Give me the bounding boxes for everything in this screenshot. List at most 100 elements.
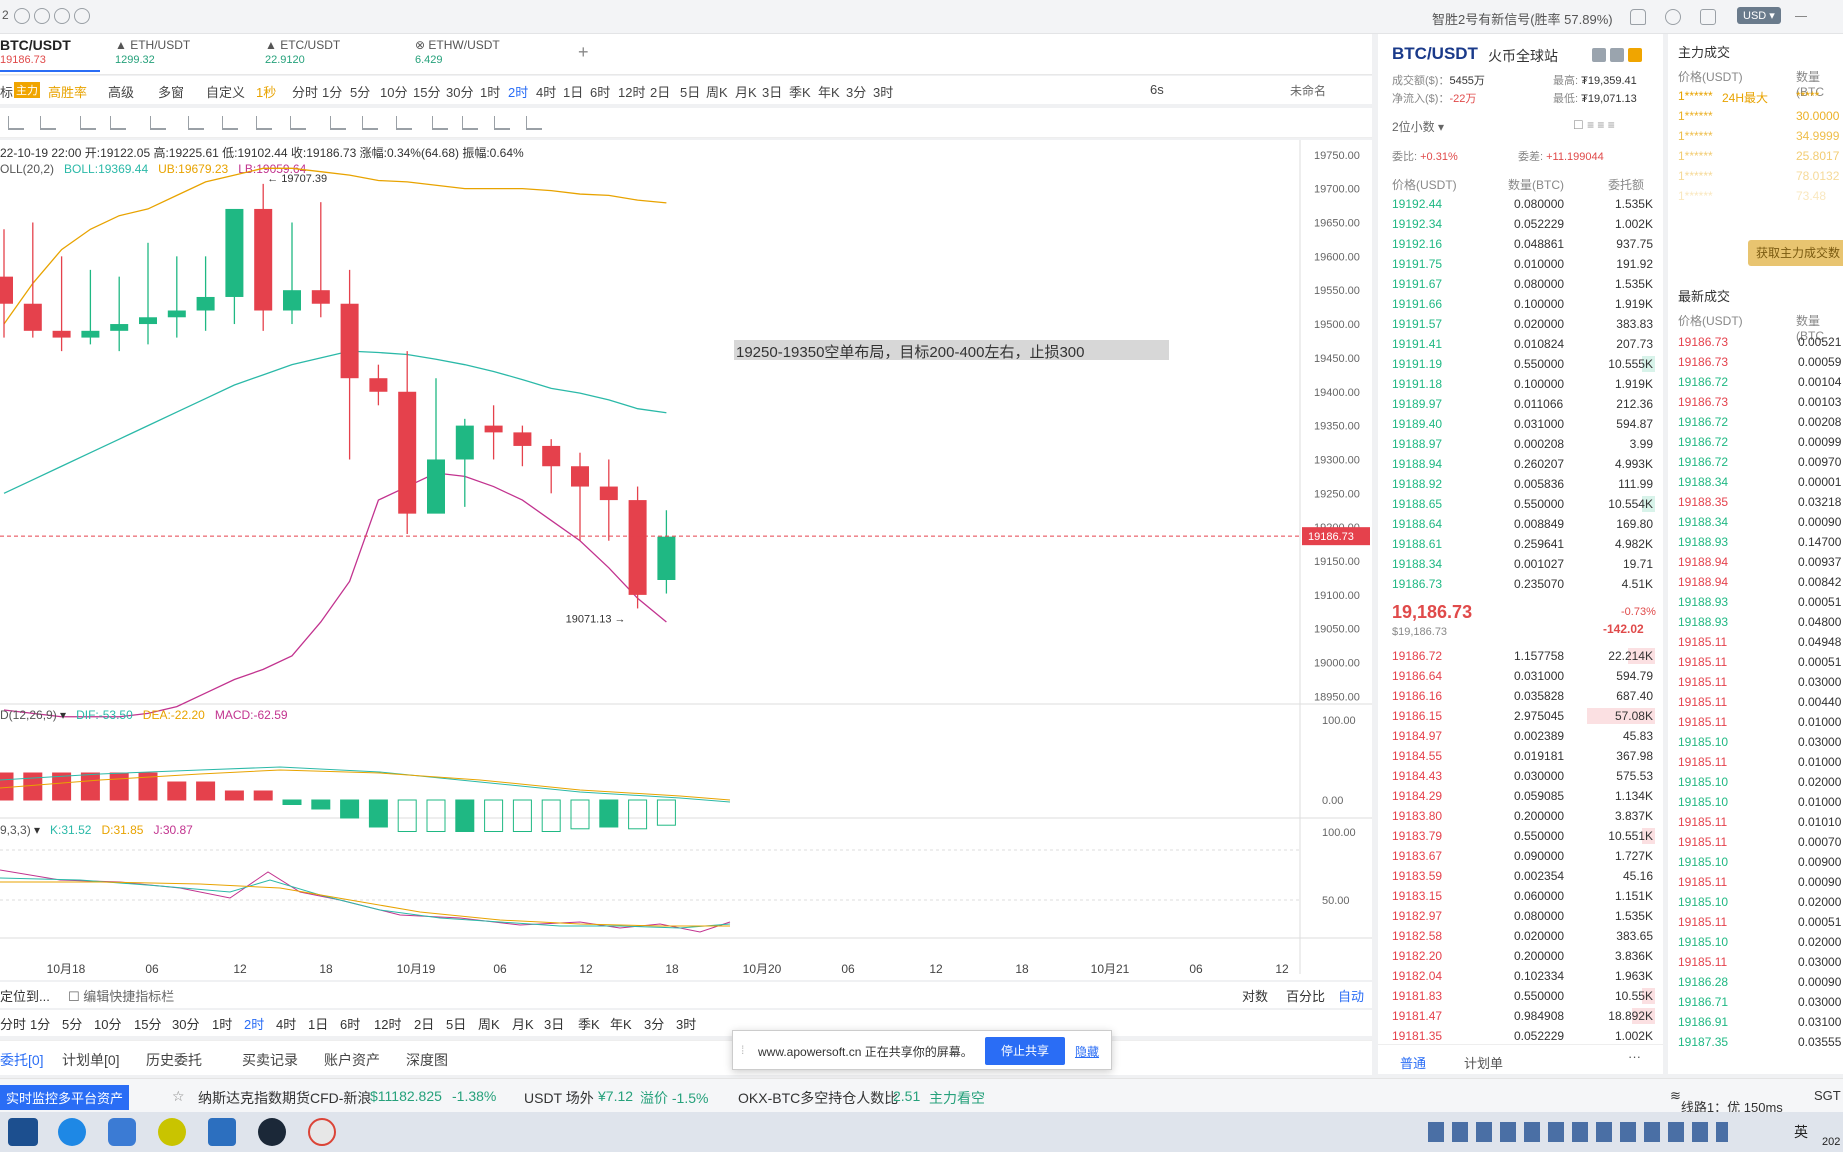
interval-22[interactable]: 月K	[735, 82, 757, 101]
orderbook-row[interactable]: 19191.67 0.080000 1.535K	[1378, 274, 1663, 294]
candle-icon[interactable]	[396, 116, 412, 130]
trade-row[interactable]: 19188.35 0.03218	[1668, 492, 1843, 512]
more-icon[interactable]: ···	[1628, 1049, 1641, 1064]
trade-row[interactable]: 19185.11 0.00070	[1668, 832, 1843, 852]
trade-row[interactable]: 19186.72 0.00208	[1668, 412, 1843, 432]
star-icon[interactable]	[1610, 48, 1624, 62]
orderbook-row[interactable]: 19184.55 0.019181 367.98	[1378, 746, 1663, 766]
app-icon[interactable]	[8, 1118, 38, 1146]
trade-row[interactable]: 19185.11 0.01000	[1668, 752, 1843, 772]
main-force-row[interactable]: 1****** 25.8017	[1668, 146, 1843, 166]
drag-handle-icon[interactable]: ⁞	[741, 1043, 744, 1057]
trade-row[interactable]: 19186.73 0.00521	[1668, 332, 1843, 352]
orderbook-row[interactable]: 19181.35 0.052229 1.002K	[1378, 1026, 1663, 1046]
interval2-9[interactable]: 1日	[308, 1014, 328, 1033]
tab-eth[interactable]: ▲ ETH/USDT 1299.32	[115, 38, 190, 72]
orderbook-row[interactable]: 19183.59 0.002354 45.16	[1378, 866, 1663, 886]
clock[interactable]: 202	[1822, 1136, 1840, 1148]
trade-row[interactable]: 19185.10 0.01000	[1668, 792, 1843, 812]
tab-etc[interactable]: ▲ ETC/USDT 22.9120	[265, 38, 340, 72]
orderbook-row[interactable]: 19191.66 0.100000 1.919K	[1378, 294, 1663, 314]
decimals-select[interactable]: 2位小数 ▾	[1392, 118, 1444, 135]
trade-row[interactable]: 19185.10 0.02000	[1668, 932, 1843, 952]
shield-icon[interactable]	[34, 8, 50, 24]
interval-10[interactable]: 10分	[380, 82, 407, 101]
search-icon[interactable]	[1665, 9, 1681, 25]
line-status[interactable]: ≋ 线路1：优 150ms	[1670, 1088, 1783, 1115]
tray-icons[interactable]	[1428, 1122, 1728, 1142]
yellow-app-icon[interactable]	[158, 1118, 186, 1146]
log-scale-button[interactable]: 对数	[1242, 986, 1268, 1005]
interval-11[interactable]: 15分	[413, 82, 440, 101]
orderbook-row[interactable]: 19189.97 0.011066 212.36	[1378, 394, 1663, 414]
orderbook-row[interactable]: 19186.16 0.035828 687.40	[1378, 686, 1663, 706]
interval2-19[interactable]: 3分	[644, 1014, 664, 1033]
trade-row[interactable]: 19186.91 0.03100	[1668, 1012, 1843, 1032]
tab-btc[interactable]: BTC/USDT 19186.73	[0, 38, 100, 72]
trade-row[interactable]: 19187.35 0.03555	[1668, 1032, 1843, 1052]
interval-7[interactable]: 分时	[292, 82, 318, 101]
orderbook-row[interactable]: 19191.18 0.100000 1.919K	[1378, 374, 1663, 394]
bottom-tab-5[interactable]: 深度图	[406, 1050, 448, 1070]
trade-row[interactable]: 19185.11 0.03000	[1668, 672, 1843, 692]
orderbook-row[interactable]: 19186.64 0.031000 594.79	[1378, 666, 1663, 686]
trade-row[interactable]: 19186.72 0.00104	[1668, 372, 1843, 392]
interval-27[interactable]: 3时	[873, 82, 893, 101]
interval-14[interactable]: 2时	[508, 82, 528, 101]
orderbook-row[interactable]: 19182.58 0.020000 383.65	[1378, 926, 1663, 946]
orderbook-row[interactable]: 19184.97 0.002389 45.83	[1378, 726, 1663, 746]
orderbook-row[interactable]: 19181.47 0.984908 18.892K	[1378, 1006, 1663, 1026]
interval2-18[interactable]: 年K	[610, 1014, 632, 1033]
bottom-tab-2[interactable]: 历史委托	[146, 1050, 202, 1070]
measure-icon[interactable]	[188, 116, 204, 130]
orderbook-row[interactable]: 19183.67 0.090000 1.727K	[1378, 846, 1663, 866]
chart-svg[interactable]: 19750.00 19700.00 19650.00 19600.00 19550.00…	[0, 140, 1372, 980]
orderbook-row[interactable]: 19183.15 0.060000 1.151K	[1378, 886, 1663, 906]
trade-row[interactable]: 19185.11 0.00051	[1668, 912, 1843, 932]
interval2-12[interactable]: 2日	[414, 1014, 434, 1033]
interval-24[interactable]: 季K	[789, 82, 811, 101]
percent-scale-button[interactable]: 百分比	[1286, 986, 1325, 1005]
interval-25[interactable]: 年K	[818, 82, 840, 101]
interval-13[interactable]: 1时	[480, 82, 500, 101]
bell-icon[interactable]	[1630, 9, 1646, 25]
trade-row[interactable]: 19186.71 0.03000	[1668, 992, 1843, 1012]
interval2-15[interactable]: 月K	[512, 1014, 534, 1033]
trade-row[interactable]: 19186.72 0.00970	[1668, 452, 1843, 472]
trade-row[interactable]: 19188.34 0.00090	[1668, 512, 1843, 532]
interval-18[interactable]: 12时	[618, 82, 645, 101]
get-main-force-button[interactable]: 获取主力成交数	[1748, 240, 1843, 266]
main-force-row[interactable]: 1****** 30.0000	[1668, 106, 1843, 126]
interval2-8[interactable]: 4时	[276, 1014, 296, 1033]
trade-row[interactable]: 19188.93 0.14700	[1668, 532, 1843, 552]
edge-icon[interactable]	[58, 1118, 86, 1146]
orderbook-row[interactable]: 19189.40 0.031000 594.87	[1378, 414, 1663, 434]
trade-row[interactable]: 19188.94 0.00842	[1668, 572, 1843, 592]
trade-row[interactable]: 19186.72 0.00099	[1668, 432, 1843, 452]
orderbook-row[interactable]: 19183.79 0.550000 10.551K	[1378, 826, 1663, 846]
horizontal-line-icon[interactable]	[8, 116, 24, 130]
fill-icon[interactable]	[290, 116, 306, 130]
interval-5[interactable]: 自定义	[206, 82, 245, 101]
pro-icon[interactable]	[1628, 48, 1642, 62]
orderbook-row[interactable]: 19188.64 0.008849 169.80	[1378, 514, 1663, 534]
compass-icon[interactable]	[54, 8, 70, 24]
interval2-17[interactable]: 季K	[578, 1014, 600, 1033]
plan-tab[interactable]: 计划单	[1464, 1053, 1503, 1072]
main-force-row[interactable]: 1****** 73.48	[1668, 186, 1843, 206]
interval-23[interactable]: 3日	[762, 82, 782, 101]
ray-icon[interactable]	[40, 116, 56, 130]
pencil-icon[interactable]	[330, 116, 346, 130]
home-icon[interactable]	[1592, 48, 1606, 62]
interval2-1[interactable]: 1分	[30, 1014, 50, 1033]
ime-indicator[interactable]: 英	[1794, 1122, 1808, 1142]
minimize-icon[interactable]	[1795, 16, 1807, 17]
trade-row[interactable]: 19185.11 0.04948	[1668, 632, 1843, 652]
orderbook-row[interactable]: 19184.43 0.030000 575.53	[1378, 766, 1663, 786]
orderbook-row[interactable]: 19188.65 0.550000 10.554K	[1378, 494, 1663, 514]
edit-indicator-bar[interactable]: ☐ 编辑快捷指标栏	[68, 986, 174, 1005]
orderbook-row[interactable]: 19188.94 0.260207 4.993K	[1378, 454, 1663, 474]
bottom-tab-3[interactable]: 买卖记录	[242, 1050, 298, 1070]
interval2-4[interactable]: 15分	[134, 1014, 161, 1033]
currency-select[interactable]: USD ▾	[1737, 7, 1781, 24]
